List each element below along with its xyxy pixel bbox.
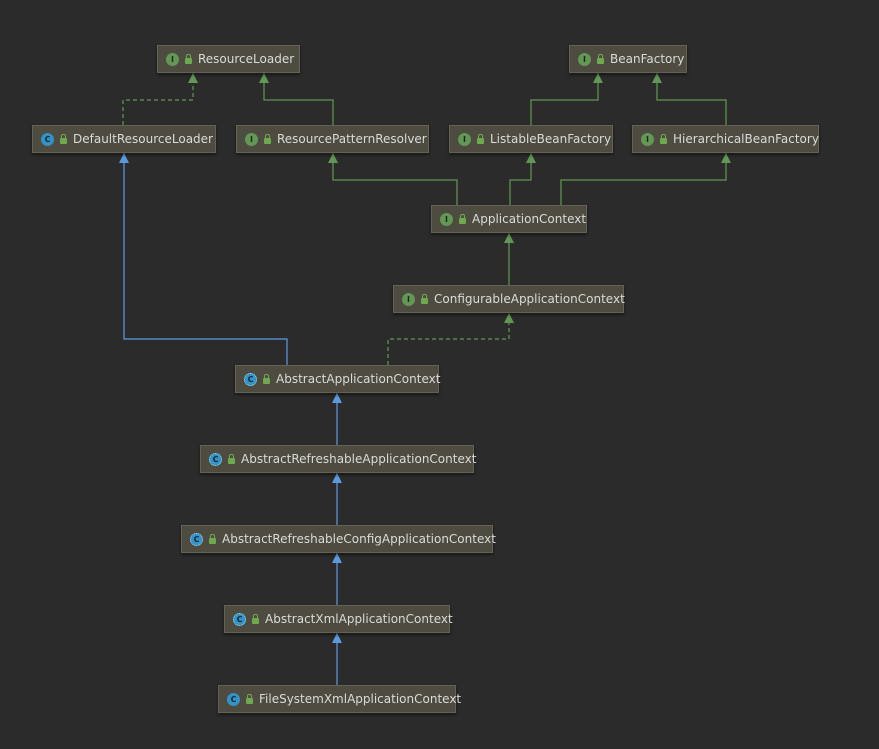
arrowhead-icon <box>332 633 342 643</box>
arrowhead-icon <box>332 553 342 563</box>
node-filesystemxmlapplicationcontext[interactable]: C FileSystemXmlApplicationContext <box>218 685 461 713</box>
node-abstractrefreshableconfigapplicationcontext[interactable]: C AbstractRefreshableConfigApplicationCon… <box>181 525 496 553</box>
class-icon: C <box>227 692 240 706</box>
edge-configurableapplicationcontext-to-applicationcontext <box>504 233 514 285</box>
abstract-class-icon: C <box>233 612 246 626</box>
public-lock-icon <box>209 534 216 544</box>
edge-line <box>123 153 288 365</box>
abstract-class-icon: C <box>190 532 203 546</box>
edge-line <box>560 153 727 205</box>
arrowhead-icon <box>721 153 731 163</box>
edge-applicationcontext-to-resourcepatternresolver <box>328 153 458 205</box>
node-label: AbstractRefreshableApplicationContext <box>241 452 477 466</box>
edge-filesystemxmlapplicationcontext-to-abstractxmlapplicationcontext <box>332 633 342 685</box>
node-label: ResourceLoader <box>198 52 295 66</box>
edge-line <box>387 313 510 365</box>
node-hierarchicalbeanfactory[interactable]: I HierarchicalBeanFactory <box>632 125 819 153</box>
edge-abstractapplicationcontext-to-defaultresourceloader <box>119 153 288 365</box>
abstract-class-icon: C <box>244 372 257 386</box>
edge-abstractapplicationcontext-to-configurableapplicationcontext <box>387 313 514 365</box>
public-lock-icon <box>660 134 667 144</box>
node-applicationcontext[interactable]: I ApplicationContext <box>431 205 587 233</box>
interface-icon: I <box>578 52 591 66</box>
edge-abstractrefreshableconfigapplicationcontext-to-abstractrefreshableapplicationcontext <box>332 473 342 525</box>
node-label: ResourcePatternResolver <box>277 132 427 146</box>
node-label: AbstractApplicationContext <box>276 372 441 386</box>
edge-listablebeanfactory-to-beanfactory <box>530 73 603 125</box>
public-lock-icon <box>252 614 259 624</box>
arrowhead-icon <box>593 73 603 83</box>
arrowhead-icon <box>504 233 514 243</box>
interface-icon: I <box>245 132 258 146</box>
arrowhead-icon <box>332 393 342 403</box>
edge-applicationcontext-to-listablebeanfactory <box>509 153 536 205</box>
public-lock-icon <box>477 134 484 144</box>
node-label: ConfigurableApplicationContext <box>434 292 625 306</box>
public-lock-icon <box>228 454 235 464</box>
public-lock-icon <box>246 694 253 704</box>
class-icon: C <box>41 132 54 146</box>
edge-line <box>122 73 194 125</box>
node-beanfactory[interactable]: I BeanFactory <box>569 45 687 73</box>
edge-resourcepatternresolver-to-resourceloader <box>259 73 334 125</box>
edge-abstractxmlapplicationcontext-to-abstractrefreshableconfigapplicationcontext <box>332 553 342 605</box>
node-abstractrefreshableapplicationcontext[interactable]: C AbstractRefreshableApplicationContext <box>200 445 477 473</box>
public-lock-icon <box>60 134 67 144</box>
node-resourcepatternresolver[interactable]: I ResourcePatternResolver <box>236 125 429 153</box>
node-label: HierarchicalBeanFactory <box>673 132 819 146</box>
public-lock-icon <box>185 54 192 64</box>
interface-icon: I <box>458 132 471 146</box>
node-label: AbstractRefreshableConfigApplicationCont… <box>222 532 496 546</box>
node-resourceloader[interactable]: I ResourceLoader <box>157 45 300 73</box>
arrowhead-icon <box>259 73 269 83</box>
arrowhead-icon <box>504 313 514 323</box>
edge-line <box>263 73 334 125</box>
interface-icon: I <box>166 52 179 66</box>
public-lock-icon <box>597 54 604 64</box>
abstract-class-icon: C <box>209 452 222 466</box>
node-label: DefaultResourceLoader <box>73 132 213 146</box>
edge-hierarchicalbeanfactory-to-beanfactory <box>652 73 727 125</box>
arrowhead-icon <box>652 73 662 83</box>
uml-diagram-canvas: I ResourceLoader I BeanFactory C DefaultResou… <box>0 0 879 749</box>
node-label: ListableBeanFactory <box>490 132 612 146</box>
edge-abstractrefreshableapplicationcontext-to-abstractapplicationcontext <box>332 393 342 445</box>
node-listablebeanfactory[interactable]: I ListableBeanFactory <box>449 125 613 153</box>
node-label: FileSystemXmlApplicationContext <box>259 692 462 706</box>
node-abstractapplicationcontext[interactable]: C AbstractApplicationContext <box>235 365 441 393</box>
arrowhead-icon <box>526 153 536 163</box>
node-label: BeanFactory <box>610 52 685 66</box>
edge-line <box>332 153 458 205</box>
public-lock-icon <box>264 134 271 144</box>
interface-icon: I <box>440 212 453 226</box>
interface-icon: I <box>402 292 415 306</box>
arrowhead-icon <box>188 73 198 83</box>
arrowhead-icon <box>328 153 338 163</box>
public-lock-icon <box>263 374 270 384</box>
public-lock-icon <box>459 214 466 224</box>
public-lock-icon <box>421 294 428 304</box>
edge-line <box>656 73 727 125</box>
interface-icon: I <box>641 132 654 146</box>
edge-line <box>530 73 599 125</box>
arrowhead-icon <box>119 153 129 163</box>
node-label: ApplicationContext <box>472 212 587 226</box>
node-label: AbstractXmlApplicationContext <box>265 612 453 626</box>
node-configurableapplicationcontext[interactable]: I ConfigurableApplicationContext <box>393 285 625 313</box>
edge-defaultresourceloader-to-resourceloader <box>122 73 198 125</box>
arrowhead-icon <box>332 473 342 483</box>
edge-applicationcontext-to-hierarchicalbeanfactory <box>560 153 731 205</box>
node-abstractxmlapplicationcontext[interactable]: C AbstractXmlApplicationContext <box>224 605 453 633</box>
node-defaultresourceloader[interactable]: C DefaultResourceLoader <box>32 125 216 153</box>
